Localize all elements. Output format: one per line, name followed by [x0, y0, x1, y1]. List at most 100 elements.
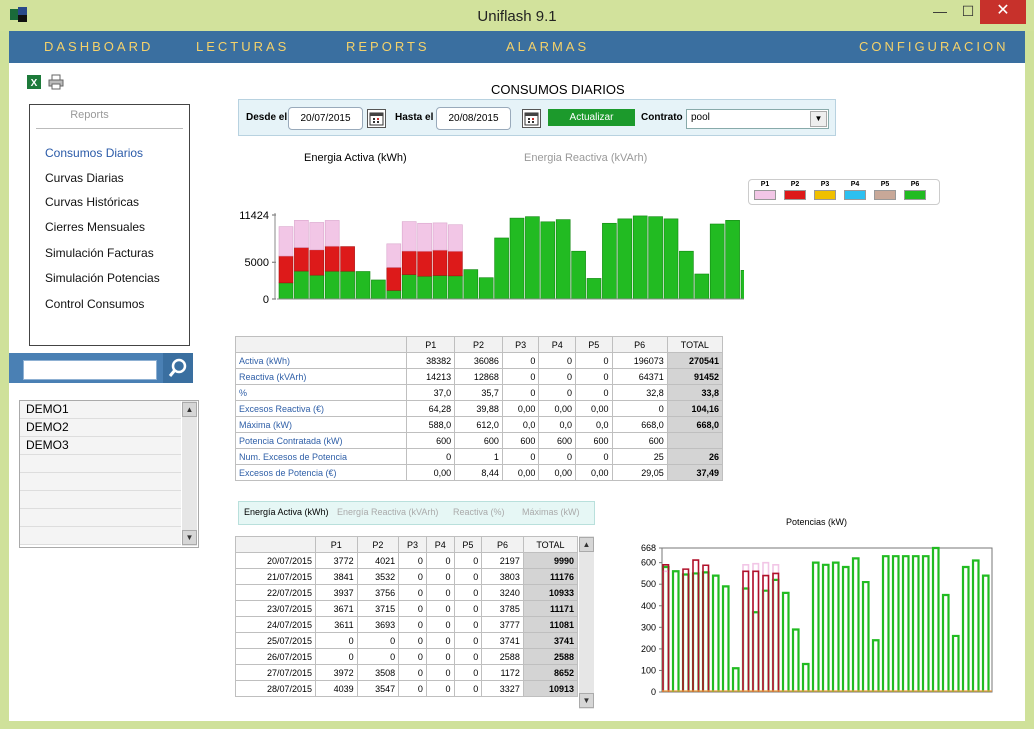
column-header[interactable]: P4 [538, 336, 576, 353]
column-header[interactable]: P6 [481, 536, 524, 553]
column-header[interactable]: TOTAL [522, 536, 579, 553]
table-cell: 25 [611, 448, 668, 465]
tab-energia-reactiva[interactable]: Energia Reactiva (kVArh) [524, 152, 647, 164]
table-row[interactable]: Excesos de Potencia (€) 0,00 8,44 0,00 0,00 0… [234, 464, 724, 481]
table-cell: 0,00 [538, 464, 576, 481]
calendar-icon[interactable] [522, 109, 541, 128]
column-header[interactable]: P2 [454, 336, 503, 353]
bar-p6 [586, 278, 602, 300]
desde-date-input[interactable]: 20/07/2015 [288, 107, 363, 130]
table-row[interactable]: Reactiva (kVArh) 14213 12868 0 0 0 64371 91452 [234, 368, 724, 385]
column-header[interactable]: TOTAL [666, 336, 724, 353]
table-row[interactable]: 21/07/2015 3841 3532 0 0 0 3803 11176 [234, 568, 579, 585]
list-item[interactable] [20, 527, 181, 545]
minimize-button[interactable]: — [925, 0, 955, 24]
column-header[interactable]: P5 [574, 336, 613, 353]
tab-reactiva-pct[interactable]: Reactiva (%) [453, 507, 505, 517]
excel-icon[interactable]: X [26, 74, 42, 90]
report-curvas-historicas[interactable]: Curvas Históricas [45, 195, 139, 209]
bar-p2 [386, 267, 402, 291]
table-cell: 3532 [356, 568, 400, 585]
table-row[interactable]: 28/07/2015 4039 3547 0 0 0 3327 10913 [234, 680, 579, 697]
list-item[interactable]: DEMO1 [20, 401, 181, 419]
column-header[interactable]: P6 [611, 336, 668, 353]
report-control-consumos[interactable]: Control Consumos [45, 297, 144, 311]
calendar-icon[interactable] [367, 109, 386, 128]
menu-lecturas[interactable]: LECTURAS [196, 39, 289, 54]
table-row[interactable]: 23/07/2015 3671 3715 0 0 0 3785 11171 [234, 600, 579, 617]
list-item[interactable] [20, 455, 181, 473]
list-item[interactable] [20, 491, 181, 509]
table-row[interactable]: 22/07/2015 3937 3756 0 0 0 3240 10933 [234, 584, 579, 601]
tab-energia-reactiva-kvarh[interactable]: Energía Reactiva (kVArh) [337, 507, 438, 517]
bar-p6 [602, 222, 617, 300]
demo-scrollbar[interactable]: ▲ ▼ [182, 401, 197, 546]
column-header[interactable]: P2 [356, 536, 400, 553]
column-header[interactable]: P1 [315, 536, 358, 553]
close-button[interactable]: ✕ [980, 0, 1026, 24]
column-header[interactable]: P5 [453, 536, 483, 553]
actualizar-button[interactable]: Actualizar [548, 109, 635, 126]
menu-dashboard[interactable]: DASHBOARD [44, 39, 153, 54]
table-row[interactable]: Excesos Reactiva (€) 64,28 39,88 0,00 0,00 0,… [234, 400, 724, 417]
hasta-date-input[interactable]: 20/08/2015 [436, 107, 511, 130]
report-consumos-diarios[interactable]: Consumos Diarios [45, 146, 143, 160]
column-header[interactable]: P3 [501, 336, 540, 353]
table-cell: 0 [425, 568, 455, 585]
list-item[interactable]: DEMO2 [20, 419, 181, 437]
scroll-down-icon[interactable]: ▼ [182, 530, 197, 545]
table-cell: 1 [454, 448, 503, 465]
daily-table: P1 P2 P3 P4 P5 P6 TOTAL 20/07/2015 3772 4021 0 0 0 21… [234, 536, 579, 697]
table-cell [666, 432, 724, 449]
chevron-down-icon[interactable]: ▼ [810, 111, 827, 127]
column-header[interactable]: P1 [406, 336, 456, 353]
table-row[interactable]: 20/07/2015 3772 4021 0 0 0 2197 9990 [234, 552, 579, 569]
table-cell: 0 [425, 616, 455, 633]
column-header[interactable] [234, 336, 408, 353]
search-input[interactable] [23, 360, 157, 380]
report-simulacion-potencias[interactable]: Simulación Potencias [45, 271, 160, 285]
printer-icon[interactable] [48, 74, 64, 90]
table-row[interactable]: 27/07/2015 3972 3508 0 0 0 1172 8652 [234, 664, 579, 681]
table-cell: 0 [538, 368, 576, 385]
potencias-chart-title: Potencias (kW) [786, 517, 848, 527]
list-item[interactable] [20, 509, 181, 527]
table-row[interactable]: Activa (kWh) 38382 36086 0 0 0 196073 270541 [234, 352, 724, 369]
tab-energia-activa[interactable]: Energia Activa (kWh) [304, 152, 407, 164]
table-cell: 11171 [522, 600, 579, 617]
bar-p6 [324, 270, 340, 300]
scroll-down-icon[interactable]: ▼ [579, 693, 594, 708]
menu-alarmas[interactable]: ALARMAS [506, 39, 589, 54]
list-item[interactable]: DEMO3 [20, 437, 181, 455]
table-row[interactable]: 24/07/2015 3611 3693 0 0 0 3777 11081 [234, 616, 579, 633]
bar-p6 [278, 282, 294, 300]
maximize-button[interactable]: ☐ [953, 0, 983, 24]
column-header[interactable]: P4 [425, 536, 455, 553]
menu-reports[interactable]: REPORTS [346, 39, 430, 54]
daily-scrollbar[interactable]: ▲ ▼ [579, 536, 594, 709]
table-row[interactable]: 25/07/2015 0 0 0 0 0 3741 3741 [234, 632, 579, 649]
table-cell: 0 [315, 648, 358, 665]
table-row[interactable]: Potencia Contratada (kW) 600 600 600 600 600 6… [234, 432, 724, 449]
list-item[interactable] [20, 473, 181, 491]
report-simulacion-facturas[interactable]: Simulación Facturas [45, 246, 154, 260]
report-cierres-mensuales[interactable]: Cierres Mensuales [45, 220, 145, 234]
contrato-select[interactable]: pool ▼ [686, 109, 829, 129]
report-curvas-diarias[interactable]: Curvas Diarias [45, 171, 124, 185]
table-row[interactable]: % 37,0 35,7 0 0 0 32,8 33,8 [234, 384, 724, 401]
table-row[interactable]: 26/07/2015 0 0 0 0 0 2588 2588 [234, 648, 579, 665]
tab-energia-activa-kwh[interactable]: Energía Activa (kWh) [244, 507, 329, 517]
menu-configuracion[interactable]: CONFIGURACION [859, 39, 1009, 54]
column-header[interactable]: P3 [398, 536, 427, 553]
bar-p6 [555, 219, 571, 300]
tab-maximas[interactable]: Máximas (kW) [522, 507, 580, 517]
scroll-up-icon[interactable]: ▲ [182, 402, 197, 417]
table-cell: Num. Excesos de Potencia [234, 448, 408, 465]
table-row[interactable]: Máxima (kW) 588,0 612,0 0,0 0,0 0,0 668,0 668,0 [234, 416, 724, 433]
table-cell: 0 [315, 632, 358, 649]
scroll-up-icon[interactable]: ▲ [579, 537, 594, 552]
table-row[interactable]: Num. Excesos de Potencia 0 1 0 0 0 25 26 [234, 448, 724, 465]
table-cell: 91452 [666, 368, 724, 385]
search-button[interactable] [163, 353, 193, 383]
column-header[interactable] [234, 536, 317, 553]
